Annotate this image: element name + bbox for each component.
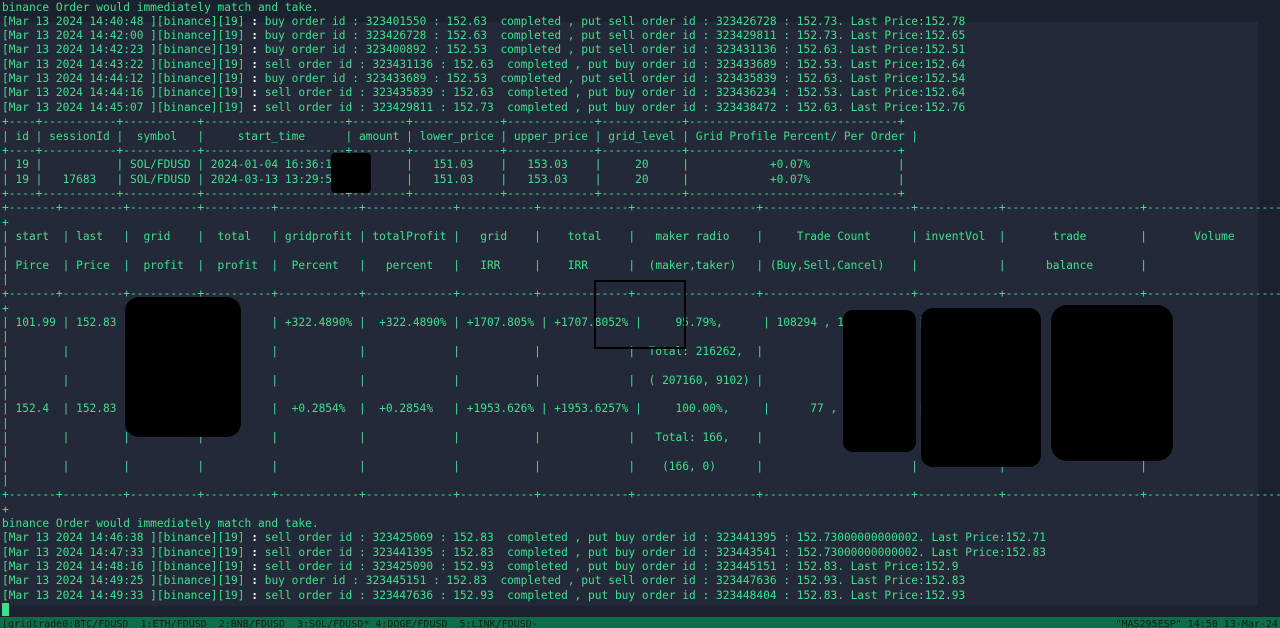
log-prefix: [Mar 13 2024 14:45:07 ][binance][19] bbox=[2, 101, 245, 114]
log-message: sell order id : 323441395 : 152.83 compl… bbox=[264, 546, 1047, 559]
log-separator: : bbox=[244, 589, 265, 602]
log-prefix: [Mar 13 2024 14:46:38 ][binance][19] bbox=[2, 531, 245, 544]
log-message: buy order id : 323433689 : 152.53 comple… bbox=[264, 72, 966, 85]
log-line: [Mar 13 2024 14:49:33 ][binance][19] : s… bbox=[2, 589, 965, 603]
redaction-block bbox=[331, 153, 371, 193]
log-line: [Mar 13 2024 14:40:48 ][binance][19] : b… bbox=[2, 15, 965, 29]
log-separator: : bbox=[244, 72, 265, 85]
stats-table-border: +-------+---------+----------+----------… bbox=[2, 488, 1280, 501]
redaction-block bbox=[921, 308, 1041, 467]
stats-table-wrap: | bbox=[2, 330, 9, 343]
log-line: [Mar 13 2024 14:47:33 ][binance][19] : s… bbox=[2, 546, 1046, 560]
log-line: [Mar 13 2024 14:43:22 ][binance][19] : s… bbox=[2, 58, 965, 72]
log-prefix: [Mar 13 2024 14:42:00 ][binance][19] bbox=[2, 29, 245, 42]
stats-table-wrap: + bbox=[2, 503, 9, 516]
log-prefix: [Mar 13 2024 14:42:23 ][binance][19] bbox=[2, 43, 245, 56]
log-message: buy order id : 323400892 : 152.53 comple… bbox=[264, 43, 966, 56]
log-prefix: [Mar 13 2024 14:43:22 ][binance][19] bbox=[2, 58, 245, 71]
highlight-box bbox=[594, 280, 686, 349]
log-line: [Mar 13 2024 14:42:23 ][binance][19] : b… bbox=[2, 43, 965, 57]
log-separator: : bbox=[244, 560, 265, 573]
session-table-border: +----+-----------+-----------+----------… bbox=[2, 187, 905, 200]
stats-table-wrap: | bbox=[2, 388, 9, 401]
log-prefix: [Mar 13 2024 14:49:25 ][binance][19] bbox=[2, 574, 245, 587]
log-separator: : bbox=[244, 101, 265, 114]
log-prefix: [Mar 13 2024 14:49:33 ][binance][19] bbox=[2, 589, 245, 602]
tmux-status-right: "MAS295ESP" 14:50 13-Mar-24 bbox=[1115, 619, 1278, 628]
redaction-block bbox=[125, 297, 241, 437]
tmux-status-bar[interactable]: [gridtrade0:BTC/FDUSD 1:ETH/FDUSD 2:BNB/… bbox=[0, 617, 1280, 628]
log-message: sell order id : 323447636 : 152.93 compl… bbox=[264, 589, 966, 602]
log-separator: : bbox=[244, 58, 265, 71]
stats-table-wrap: | bbox=[2, 359, 9, 372]
stats-table-wrap: | bbox=[2, 445, 9, 458]
log-prefix: [Mar 13 2024 14:44:16 ][binance][19] bbox=[2, 86, 245, 99]
stats-table-header-1: | start | last | grid | total | gridprof… bbox=[2, 230, 1280, 243]
log-separator: : bbox=[244, 43, 265, 56]
log-message: sell order id : 323425090 : 152.93 compl… bbox=[264, 560, 959, 573]
log-line: [Mar 13 2024 14:45:07 ][binance][19] : s… bbox=[2, 101, 965, 115]
log-separator: : bbox=[244, 531, 265, 544]
terminal-window[interactable]: binance Order would immediately match an… bbox=[0, 0, 1280, 628]
log-line: [Mar 13 2024 14:46:38 ][binance][19] : s… bbox=[2, 531, 1046, 545]
log-separator: : bbox=[244, 546, 265, 559]
log-prefix: [Mar 13 2024 14:48:16 ][binance][19] bbox=[2, 560, 245, 573]
stats-table-wrap: | bbox=[2, 474, 9, 487]
stats-table-wrap: | bbox=[2, 245, 9, 258]
log-line: [Mar 13 2024 14:44:16 ][binance][19] : s… bbox=[2, 86, 965, 100]
stats-table-border: +-------+---------+----------+----------… bbox=[2, 201, 1280, 214]
log-prefix: binance Order would immediately match an… bbox=[2, 517, 319, 530]
stats-table-wrap: + bbox=[2, 302, 9, 315]
log-prefix: binance Order would immediately match an… bbox=[2, 1, 319, 14]
log-line: [Mar 13 2024 14:49:25 ][binance][19] : b… bbox=[2, 574, 965, 588]
log-prefix: [Mar 13 2024 14:47:33 ][binance][19] bbox=[2, 546, 245, 559]
redaction-block bbox=[843, 310, 916, 452]
session-table-row: | 19 | 17683 | SOL/FDUSD | 2024-03-13 13… bbox=[2, 173, 905, 186]
session-table-row: | 19 | | SOL/FDUSD | 2024-01-04 16:36:19… bbox=[2, 158, 905, 171]
stats-table-wrap: + bbox=[2, 216, 9, 229]
log-line: [Mar 13 2024 14:44:12 ][binance][19] : b… bbox=[2, 72, 965, 86]
session-table-border: +----+-----------+-----------+----------… bbox=[2, 144, 905, 157]
log-separator: : bbox=[244, 29, 265, 42]
log-message: sell order id : 323425069 : 152.83 compl… bbox=[264, 531, 1047, 544]
log-message: sell order id : 323431136 : 152.63 compl… bbox=[264, 58, 966, 71]
log-separator: : bbox=[244, 86, 265, 99]
stats-table-wrap: | bbox=[2, 417, 9, 430]
log-line: [Mar 13 2024 14:42:00 ][binance][19] : b… bbox=[2, 29, 965, 43]
stats-table-row: | | | | | | | | | (166, 0) | | | | | bbox=[2, 460, 1280, 473]
log-line: binance Order would immediately match an… bbox=[2, 1, 319, 15]
log-message: buy order id : 323401550 : 152.63 comple… bbox=[264, 15, 966, 28]
log-line: binance Order would immediately match an… bbox=[2, 517, 319, 531]
terminal-cursor bbox=[2, 603, 9, 616]
stats-table-wrap: | bbox=[2, 273, 9, 286]
redaction-block bbox=[1051, 305, 1173, 461]
log-message: buy order id : 323426728 : 152.63 comple… bbox=[264, 29, 966, 42]
log-line: [Mar 13 2024 14:48:16 ][binance][19] : s… bbox=[2, 560, 958, 574]
session-table-border: +----+-----------+-----------+----------… bbox=[2, 115, 905, 128]
log-prefix: [Mar 13 2024 14:40:48 ][binance][19] bbox=[2, 15, 245, 28]
log-message: sell order id : 323435839 : 152.63 compl… bbox=[264, 86, 966, 99]
log-message: buy order id : 323445151 : 152.83 comple… bbox=[264, 574, 966, 587]
tmux-window-list[interactable]: [gridtrade0:BTC/FDUSD 1:ETH/FDUSD 2:BNB/… bbox=[2, 619, 538, 628]
log-message: sell order id : 323429811 : 152.73 compl… bbox=[264, 101, 966, 114]
log-separator: : bbox=[244, 15, 265, 28]
log-prefix: [Mar 13 2024 14:44:12 ][binance][19] bbox=[2, 72, 245, 85]
log-separator: : bbox=[244, 574, 265, 587]
session-table-header: | id | sessionId | symbol | start_time |… bbox=[2, 130, 919, 143]
stats-table-header-2: | Pirce | Price | profit | profit | Perc… bbox=[2, 259, 1280, 272]
